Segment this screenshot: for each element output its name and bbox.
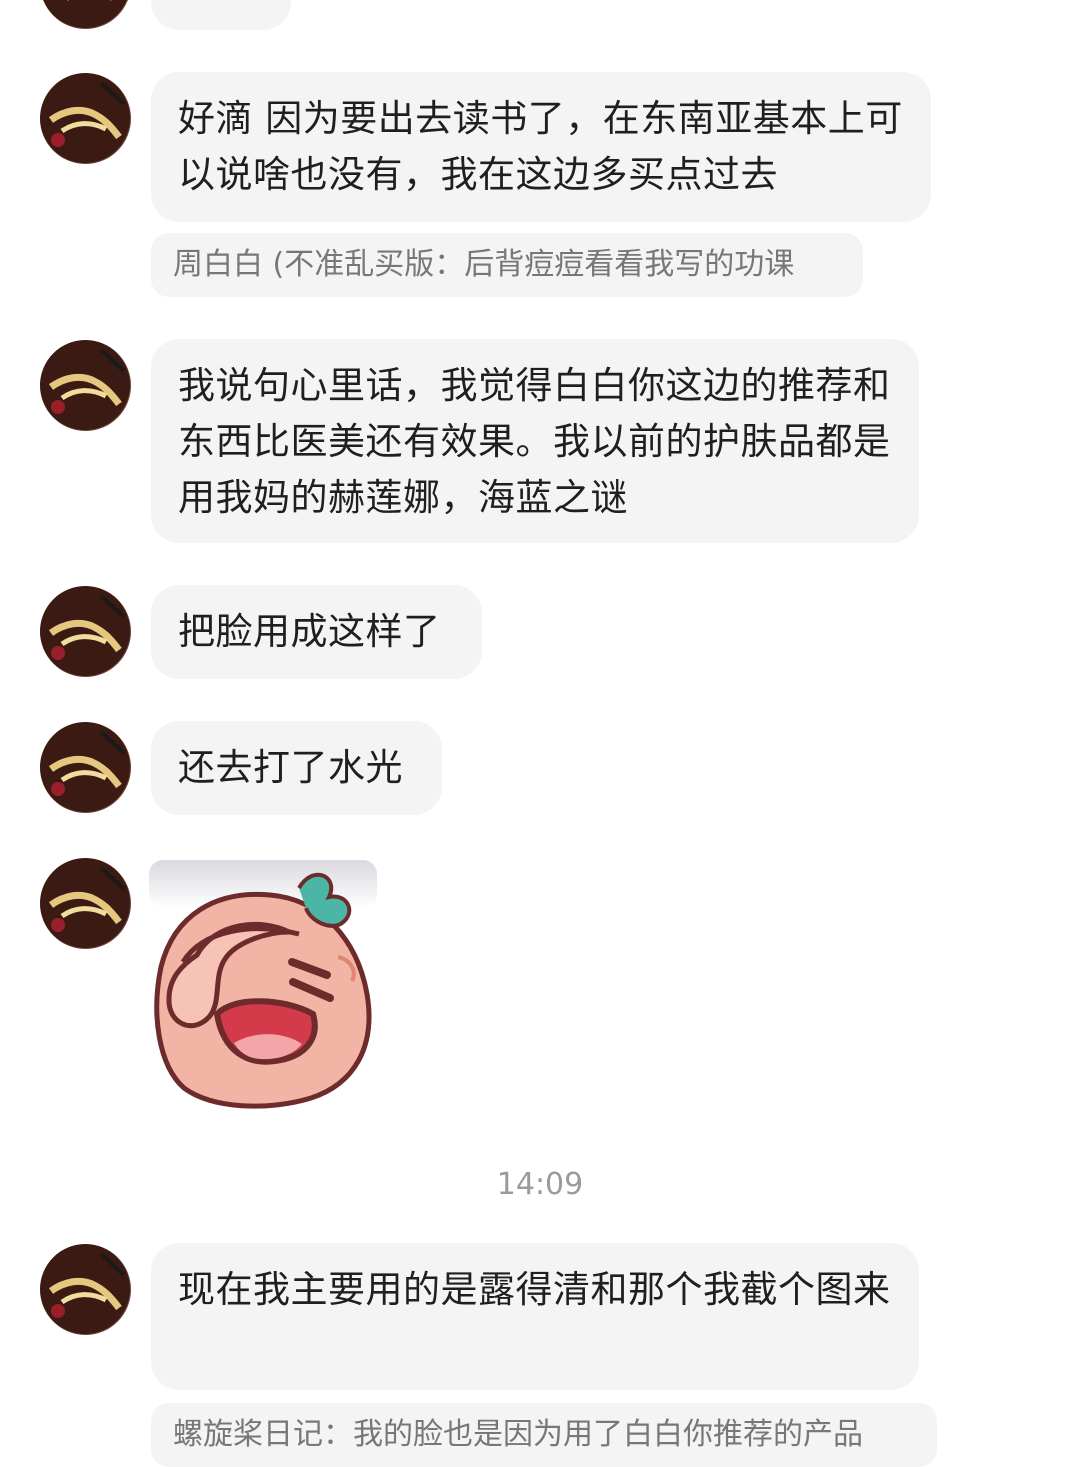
message-bubble[interactable]: 我说句心里话，我觉得白白你这边的推荐和东西比医美还有效果。我以前的护肤品都是用我… (151, 339, 919, 543)
avatar[interactable] (40, 340, 131, 431)
message-text: 把脸用成这样了 (178, 610, 441, 653)
message-text: 现在我主要用的是露得清和那个我截个图来 (178, 1268, 891, 1311)
message-bubble[interactable]: 还去打了水光 (151, 721, 442, 815)
quoted-message-text: 螺旋桨日记：我的脸也是因为用了白白你推荐的产品 (173, 1417, 863, 1452)
message-text: 好滴 因为要出去读书了，在东南亚基本上可以说啥也没有，我在这边多买点过去 (178, 97, 903, 196)
message-bubble-partial[interactable] (151, 0, 291, 30)
facepalm-peach-sticker[interactable] (149, 860, 377, 1110)
avatar[interactable] (40, 722, 131, 813)
message-bubble[interactable]: 把脸用成这样了 (151, 585, 482, 679)
avatar[interactable] (40, 858, 131, 949)
quoted-message-text: 周白白 (不准乱买版：后背痘痘看看我写的功课 (173, 247, 795, 282)
message-bubble[interactable]: 现在我主要用的是露得清和那个我截个图来 (151, 1243, 919, 1390)
avatar[interactable] (40, 1244, 131, 1335)
avatar[interactable] (40, 586, 131, 677)
quoted-message[interactable]: 螺旋桨日记：我的脸也是因为用了白白你推荐的产品 (151, 1403, 937, 1467)
message-text: 我说句心里话，我觉得白白你这边的推荐和东西比医美还有效果。我以前的护肤品都是用我… (178, 364, 891, 519)
message-timestamp: 14:09 (496, 1167, 584, 1202)
message-bubble[interactable]: 好滴 因为要出去读书了，在东南亚基本上可以说啥也没有，我在这边多买点过去 (151, 72, 931, 222)
message-text: 还去打了水光 (178, 746, 403, 789)
avatar[interactable] (40, 0, 131, 29)
quoted-message[interactable]: 周白白 (不准乱买版：后背痘痘看看我写的功课 (151, 233, 863, 297)
avatar[interactable] (40, 73, 131, 164)
